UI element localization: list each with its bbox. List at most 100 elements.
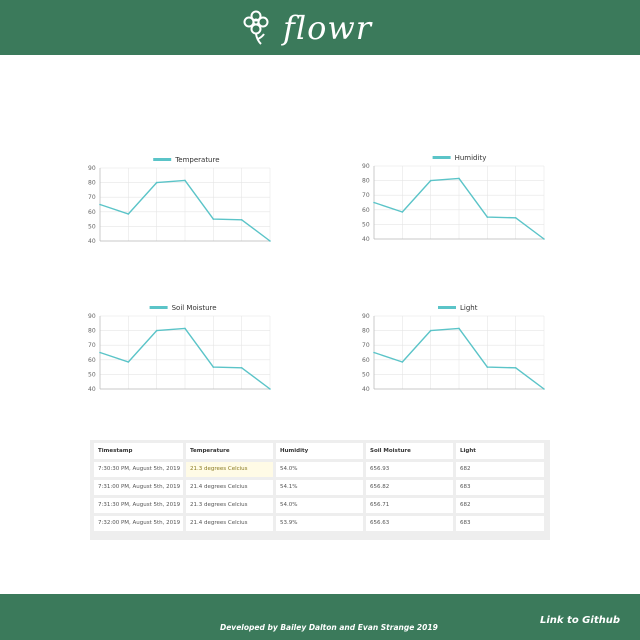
legend-swatch — [153, 158, 172, 161]
y-tick-label: 40 — [88, 238, 96, 245]
table-header-row: Timestamp Temperature Humidity Soil Mois… — [94, 443, 546, 459]
header-soil-moisture: Soil Moisture — [366, 443, 453, 459]
y-tick-label: 90 — [362, 163, 370, 170]
cell-temperature: 21.4 degrees Celcius — [186, 516, 273, 531]
data-point — [212, 366, 215, 368]
cell-light: 683 — [456, 480, 544, 495]
legend-label: Light — [460, 304, 478, 312]
light-chart: 90 80 70 60 50 40 Light — [362, 301, 562, 396]
data-point — [486, 366, 489, 368]
footer-bar: Developed by Bailey Dalton and Evan Stra… — [0, 594, 640, 640]
header-timestamp: Timestamp — [94, 443, 183, 459]
soil-moisture-chart-svg: 90 80 70 60 50 40 Soil Moisture — [88, 304, 271, 393]
y-tick-label: 60 — [88, 357, 96, 364]
data-point — [429, 179, 432, 182]
y-tick-label: 50 — [362, 221, 370, 228]
y-tick-label: 60 — [88, 209, 96, 216]
y-tick-label: 80 — [362, 328, 370, 335]
temperature-chart: 90 80 70 60 50 40 Temperature — [88, 153, 288, 248]
humidity-chart-svg: 90 80 70 60 50 40 Humidity — [362, 154, 545, 243]
cell-light: 682 — [456, 498, 544, 513]
temperature-chart-svg: 90 80 70 60 50 40 Temperature — [88, 156, 271, 245]
table-row: 7:30:30 PM, August 5th, 2019 21.3 degree… — [94, 462, 546, 477]
light-chart-svg: 90 80 70 60 50 40 Light — [362, 304, 545, 393]
cell-light: 683 — [456, 516, 544, 531]
legend-swatch — [149, 306, 168, 309]
data-point — [269, 388, 271, 390]
cell-temperature: 21.4 degrees Celcius — [186, 480, 273, 495]
data-point — [401, 361, 404, 363]
data-point — [373, 351, 375, 354]
legend-swatch — [432, 156, 451, 159]
y-tick-label: 40 — [362, 236, 370, 243]
data-point — [99, 203, 101, 206]
header-bar: flowr — [0, 0, 640, 55]
humidity-chart: 90 80 70 60 50 40 Humidity — [362, 151, 562, 246]
data-point — [240, 219, 243, 221]
readings-table: Timestamp Temperature Humidity Soil Mois… — [90, 440, 550, 540]
data-point — [401, 211, 404, 213]
github-link[interactable]: Link to Github — [540, 615, 620, 626]
cell-soil-moisture: 656.71 — [366, 498, 453, 513]
y-tick-label: 60 — [362, 357, 370, 364]
header-humidity: Humidity — [276, 443, 363, 459]
cell-timestamp: 7:30:30 PM, August 5th, 2019 — [94, 462, 183, 477]
flower-icon — [243, 10, 269, 45]
data-point — [212, 218, 215, 220]
data-point — [373, 201, 375, 204]
cell-soil-moisture: 656.93 — [366, 462, 453, 477]
y-tick-label: 80 — [88, 180, 96, 187]
cell-soil-moisture: 656.82 — [366, 480, 453, 495]
cell-temperature: 21.3 degrees Celcius — [186, 498, 273, 513]
table-row: 7:32:00 PM, August 5th, 2019 21.4 degree… — [94, 516, 546, 531]
table-row: 7:31:00 PM, August 5th, 2019 21.4 degree… — [94, 480, 546, 495]
y-tick-label: 80 — [88, 328, 96, 335]
data-point — [269, 240, 271, 242]
cell-humidity: 54.0% — [276, 462, 363, 477]
data-point — [184, 179, 186, 182]
data-point — [458, 177, 460, 180]
soil-moisture-chart: 90 80 70 60 50 40 Soil Moisture — [88, 301, 288, 396]
y-tick-label: 80 — [362, 178, 370, 185]
data-point — [99, 351, 101, 354]
y-tick-label: 90 — [88, 313, 96, 320]
legend-label: Humidity — [455, 154, 487, 162]
brand-logo[interactable]: flowr — [283, 6, 372, 50]
cell-timestamp: 7:31:30 PM, August 5th, 2019 — [94, 498, 183, 513]
cell-humidity: 54.1% — [276, 480, 363, 495]
data-point — [429, 329, 432, 332]
y-tick-label: 40 — [362, 386, 370, 393]
y-tick-label: 50 — [362, 371, 370, 378]
data-point — [514, 367, 517, 369]
data-point — [155, 329, 158, 332]
data-point — [184, 327, 186, 330]
table-row: 7:31:30 PM, August 5th, 2019 21.3 degree… — [94, 498, 546, 513]
data-point — [486, 216, 489, 218]
data-point — [127, 361, 130, 363]
y-tick-label: 60 — [362, 207, 370, 214]
header-light: Light — [456, 443, 544, 459]
data-point — [514, 217, 517, 219]
y-tick-label: 70 — [88, 342, 96, 349]
y-tick-label: 70 — [88, 194, 96, 201]
legend-label: Temperature — [174, 156, 219, 164]
cell-light: 682 — [456, 462, 544, 477]
data-point — [240, 367, 243, 369]
y-tick-label: 40 — [88, 386, 96, 393]
cell-temperature: 21.3 degrees Celcius — [186, 462, 273, 477]
header-temperature: Temperature — [186, 443, 273, 459]
data-point — [155, 181, 158, 184]
y-tick-label: 50 — [88, 371, 96, 378]
y-tick-label: 70 — [362, 342, 370, 349]
cell-soil-moisture: 656.63 — [366, 516, 453, 531]
data-point — [127, 213, 130, 215]
data-point — [458, 327, 460, 330]
legend-label: Soil Moisture — [172, 304, 217, 312]
data-point — [543, 238, 545, 240]
cell-humidity: 53.9% — [276, 516, 363, 531]
y-tick-label: 50 — [88, 223, 96, 230]
footer-credit: Developed by Bailey Dalton and Evan Stra… — [220, 623, 438, 632]
legend-swatch — [438, 306, 456, 309]
cell-timestamp: 7:32:00 PM, August 5th, 2019 — [94, 516, 183, 531]
y-tick-label: 90 — [88, 165, 96, 172]
